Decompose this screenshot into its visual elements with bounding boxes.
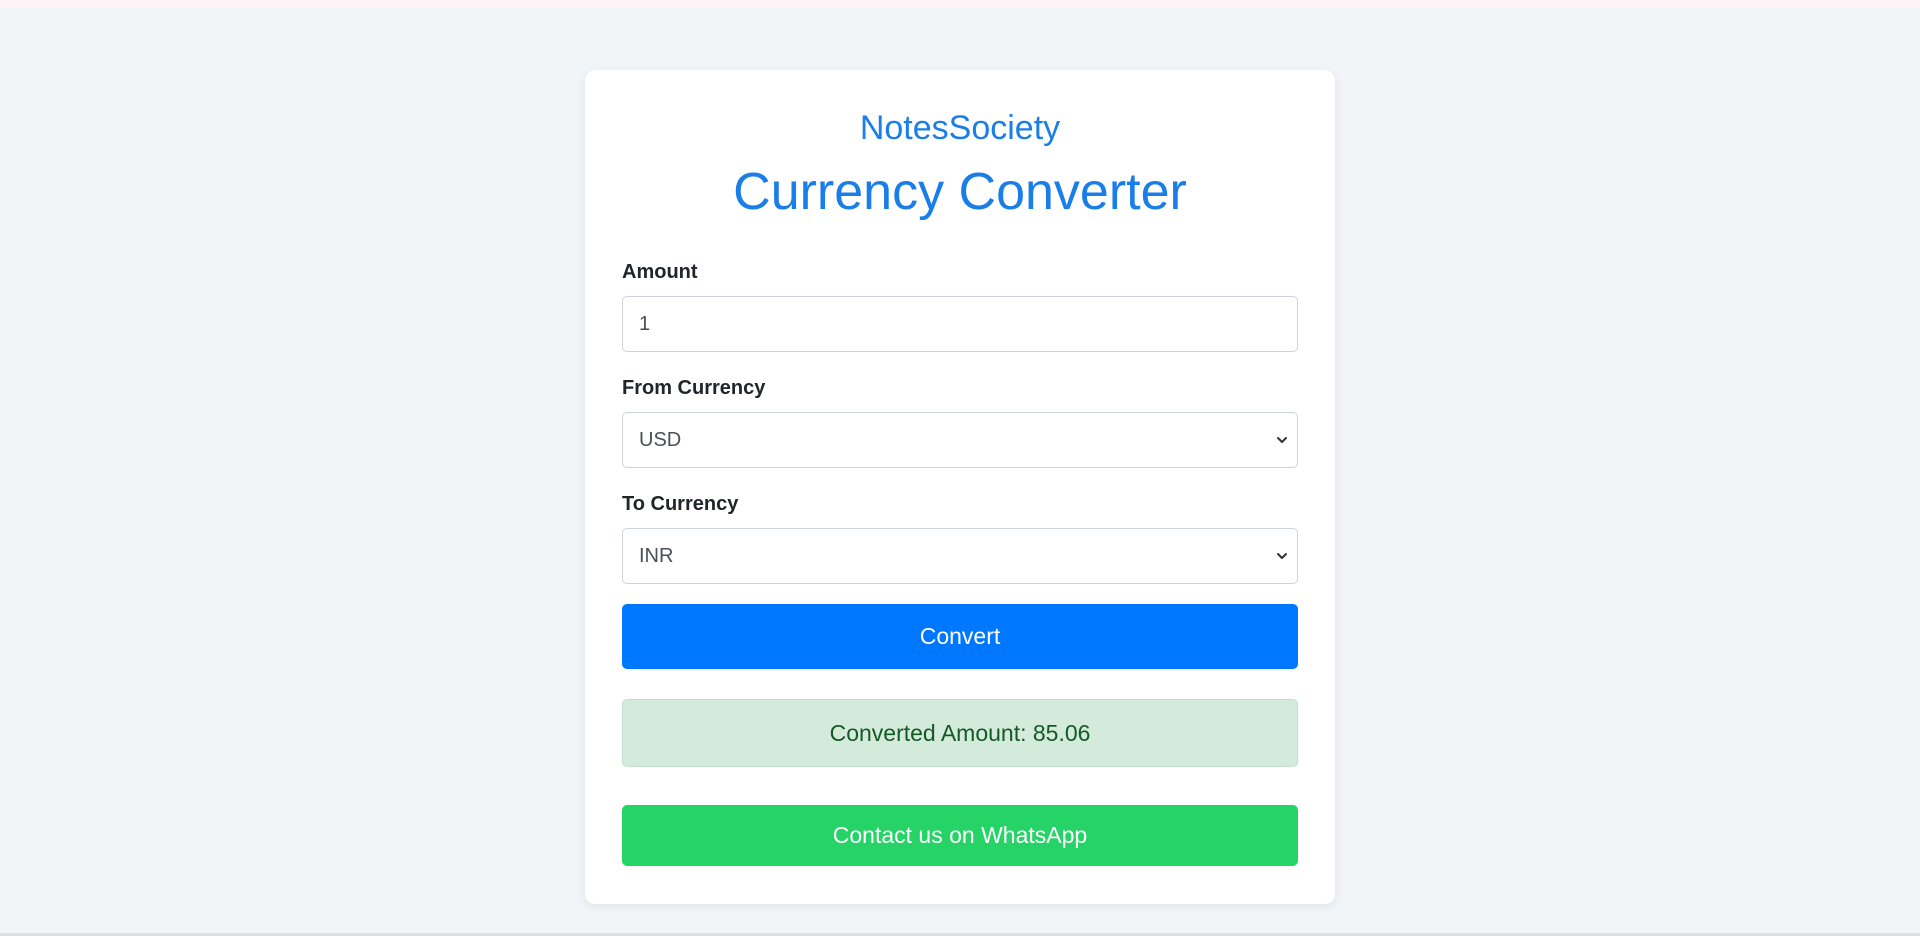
to-currency-value: INR (639, 544, 674, 567)
to-currency-field-group: To Currency INR (622, 492, 1298, 584)
top-strip (0, 0, 1920, 8)
amount-field-group: Amount 1 (622, 260, 1298, 352)
from-currency-value: USD (639, 428, 682, 451)
from-currency-label: From Currency (622, 377, 766, 399)
converted-amount-text: Converted Amount: 85.06 (829, 719, 1091, 746)
whatsapp-contact-button[interactable]: Contact us on WhatsApp (622, 805, 1298, 866)
from-currency-field-group: From Currency USD (622, 376, 1298, 468)
chevron-down-icon (1277, 553, 1287, 559)
converter-card: NotesSociety Currency Converter Amount 1… (585, 70, 1335, 904)
page-title: Currency Converter (733, 163, 1187, 221)
converted-amount-result: Converted Amount: 85.06 (622, 699, 1298, 767)
amount-value: 1 (639, 312, 651, 335)
from-currency-select[interactable]: USD (622, 412, 1298, 468)
amount-input[interactable]: 1 (622, 296, 1298, 352)
amount-label: Amount (622, 261, 698, 283)
brand-name: NotesSociety (859, 109, 1061, 147)
to-currency-select[interactable]: INR (622, 528, 1298, 584)
to-currency-label: To Currency (622, 493, 739, 515)
chevron-down-icon (1277, 437, 1287, 443)
convert-button[interactable]: Convert (622, 604, 1298, 669)
